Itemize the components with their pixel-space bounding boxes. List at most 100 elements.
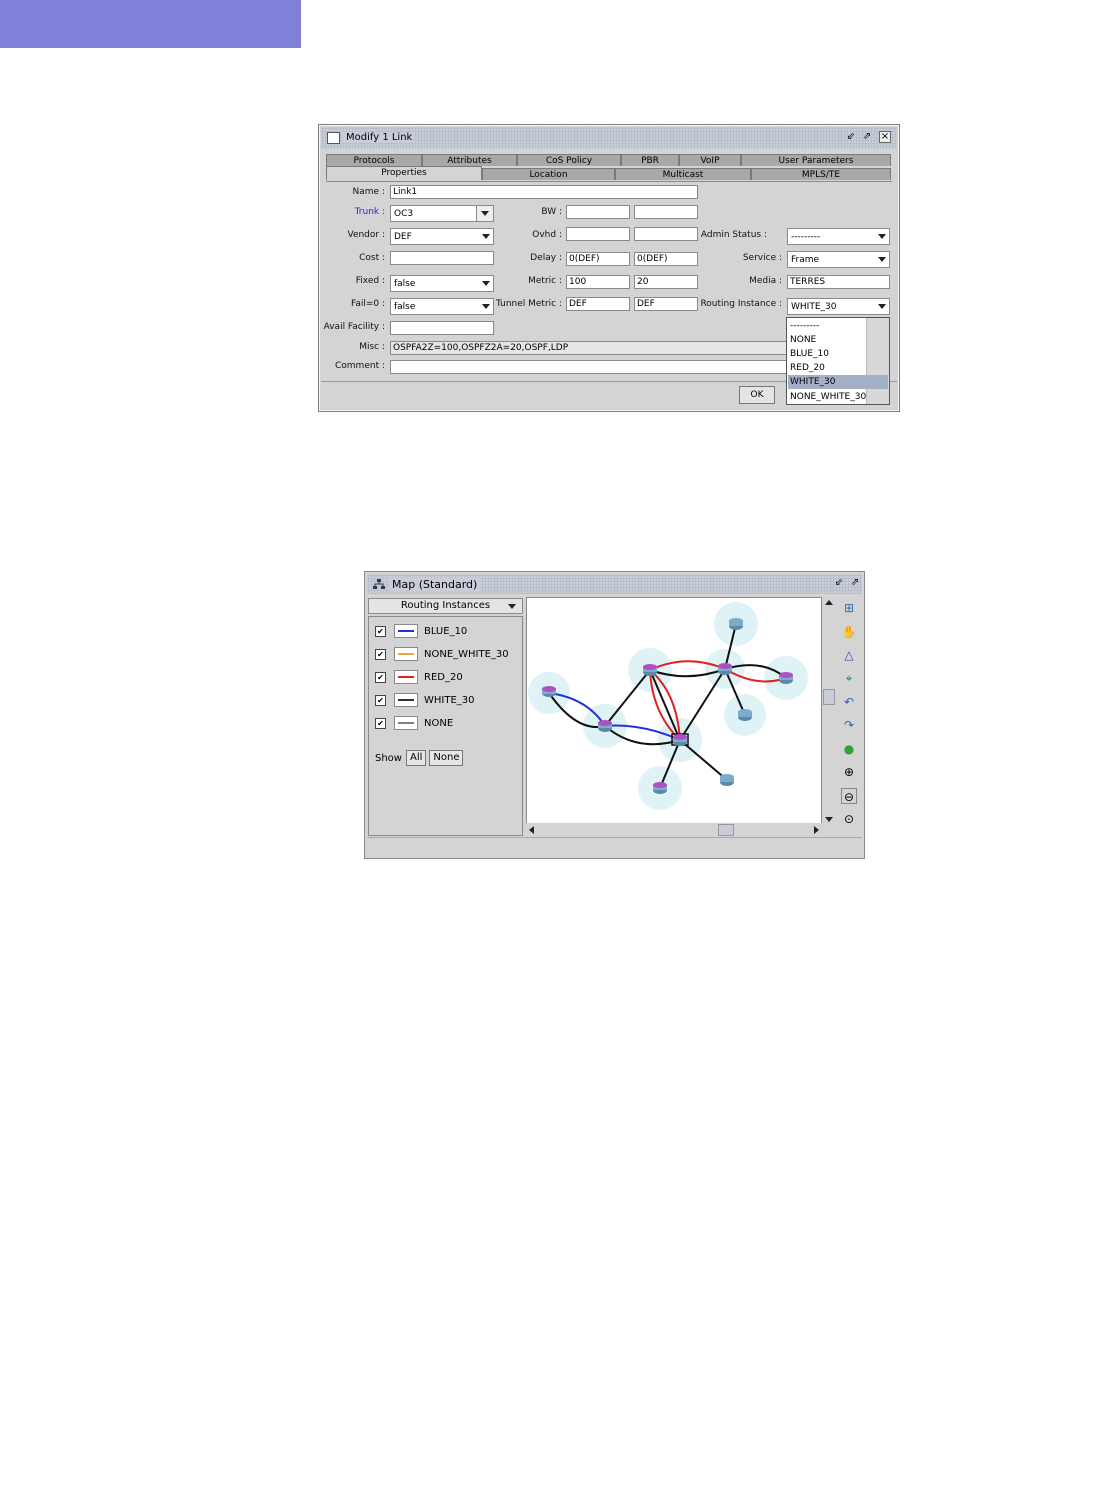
node-layout-icon[interactable]: △ [841,647,857,663]
metric-z-field[interactable]: 20 [634,275,698,289]
vertical-scroll-thumb[interactable] [823,689,835,705]
routing-instances-combo[interactable]: Routing Instances [368,598,523,614]
bw-z-field[interactable] [634,205,698,219]
tab-location[interactable]: Location [482,168,615,180]
instance-row[interactable]: ✔ NONE_WHITE_30 [375,647,509,661]
color-swatch [394,670,418,684]
maximize-icon[interactable]: ⇗ [849,577,861,589]
dropdown-option-selected[interactable]: WHITE_30 [788,375,888,389]
tab-cos-policy[interactable]: CoS Policy [517,154,621,166]
chevron-down-icon [878,234,886,239]
router-node[interactable] [598,720,612,732]
delay-z-field[interactable]: 0(DEF) [634,252,698,266]
fixed-combo[interactable]: false [390,275,494,292]
tab-properties[interactable]: Properties [326,166,482,180]
vendor-label: Vendor : [347,230,385,240]
checkbox-icon[interactable]: ✔ [375,625,386,637]
vendor-value: DEF [394,232,412,242]
trunk-combo[interactable]: OC3 [390,205,494,222]
scroll-down-icon[interactable] [825,817,833,822]
globe-icon[interactable]: ● [841,741,857,757]
router-node-selected[interactable] [671,733,689,746]
undo-icon[interactable]: ↶ [841,694,857,710]
instance-label: NONE [424,717,454,729]
tab-voip[interactable]: VoIP [679,154,741,166]
routing-instance-combo[interactable]: WHITE_30 [787,298,890,315]
tab-multicast[interactable]: Multicast [615,168,751,180]
scroll-up-icon[interactable] [825,600,833,605]
router-node[interactable] [729,618,743,630]
instance-row[interactable]: ✔ RED_20 [375,670,463,684]
ovhd-z-field[interactable] [634,227,698,241]
zoom-fit-icon[interactable]: ⊙ [841,811,857,827]
checkbox-icon[interactable]: ✔ [375,671,386,683]
show-none-button[interactable]: None [429,750,464,766]
checkbox-icon[interactable]: ✔ [375,717,386,729]
zoom-out-icon[interactable]: ⊖ [841,788,857,804]
instance-row[interactable]: ✔ WHITE_30 [375,693,475,707]
map-window: Map (Standard) ⇙ ⇗ Routing Instances ✔ B… [364,571,865,859]
horizontal-scroll-thumb[interactable] [718,824,734,836]
tab-pbr[interactable]: PBR [621,154,679,166]
vertical-scrollbar[interactable] [822,597,836,825]
minimize-icon[interactable]: ⇙ [845,131,857,143]
dropdown-option[interactable]: NONE_WHITE_30 [788,390,888,404]
show-all-button[interactable]: All [405,750,427,766]
router-node[interactable] [653,782,667,794]
vendor-combo[interactable]: DEF [390,228,494,245]
router-node[interactable] [779,672,793,684]
delay-a-field[interactable]: 0(DEF) [566,252,630,266]
name-field[interactable]: Link1 [390,185,698,199]
hand-icon[interactable]: ✋ [841,624,857,640]
router-node[interactable] [738,709,752,721]
horizontal-scrollbar[interactable] [526,823,822,837]
misc-field[interactable]: OSPFA2Z=100,OSPFZ2A=20,OSPF,LDP [390,341,787,355]
checkbox-icon[interactable]: ✔ [375,694,386,706]
scroll-right-icon[interactable] [814,826,819,834]
router-node[interactable] [720,774,734,786]
zoom-in-icon[interactable]: ⊕ [841,764,857,780]
instance-row[interactable]: ✔ BLUE_10 [375,624,467,638]
trunk-label[interactable]: Trunk : [321,207,385,217]
routing-instance-dropdown: --------- NONE BLUE_10 RED_20 WHITE_30 N… [786,317,890,405]
tunnel-metric-z-field[interactable]: DEF [634,297,698,311]
checkbox-icon[interactable]: ✔ [375,648,386,660]
tab-attributes[interactable]: Attributes [422,154,517,166]
dropdown-option[interactable]: RED_20 [788,361,888,375]
scroll-left-icon[interactable] [529,826,534,834]
instance-row[interactable]: ✔ NONE [375,716,453,730]
minimize-icon[interactable]: ⇙ [833,577,845,589]
fail0-label: Fail=0 : [350,299,385,309]
router-node[interactable] [542,686,556,697]
comment-field[interactable] [390,360,787,374]
ovhd-a-field[interactable] [566,227,630,241]
network-graph [528,602,808,810]
fail0-combo[interactable]: false [390,298,494,315]
cost-field[interactable] [390,251,494,265]
redo-icon[interactable]: ↷ [841,717,857,733]
layout-icon[interactable]: ⌖ [841,670,857,686]
router-node[interactable] [643,664,657,676]
dropdown-option[interactable]: --------- [788,319,888,333]
export-icon[interactable]: ⊞ [841,600,857,616]
bw-a-field[interactable] [566,205,630,219]
close-icon[interactable]: × [879,131,891,143]
dropdown-option[interactable]: NONE [788,333,888,347]
admin-status-combo[interactable]: --------- [787,228,890,245]
avail-facility-field[interactable] [390,321,494,335]
metric-a-field[interactable]: 100 [566,275,630,289]
maximize-icon[interactable]: ⇗ [861,131,873,143]
tunnel-metric-a-field[interactable]: DEF [566,297,630,311]
media-field[interactable]: TERRES [787,275,890,289]
router-node[interactable] [718,663,732,675]
map-canvas[interactable] [526,597,822,837]
tab-mpls-te[interactable]: MPLS/TE [751,168,891,180]
tab-protocols[interactable]: Protocols [326,154,422,166]
dropdown-option[interactable]: BLUE_10 [788,347,888,361]
service-combo[interactable]: Frame [787,251,890,268]
tab-user-parameters[interactable]: User Parameters [741,154,891,166]
map-titlebar[interactable]: Map (Standard) ⇙ ⇗ [367,574,862,594]
instance-label: WHITE_30 [424,694,475,706]
dialog-titlebar[interactable]: Modify 1 Link ⇙ ⇗ × [321,127,897,149]
ok-button[interactable]: OK [739,386,775,404]
